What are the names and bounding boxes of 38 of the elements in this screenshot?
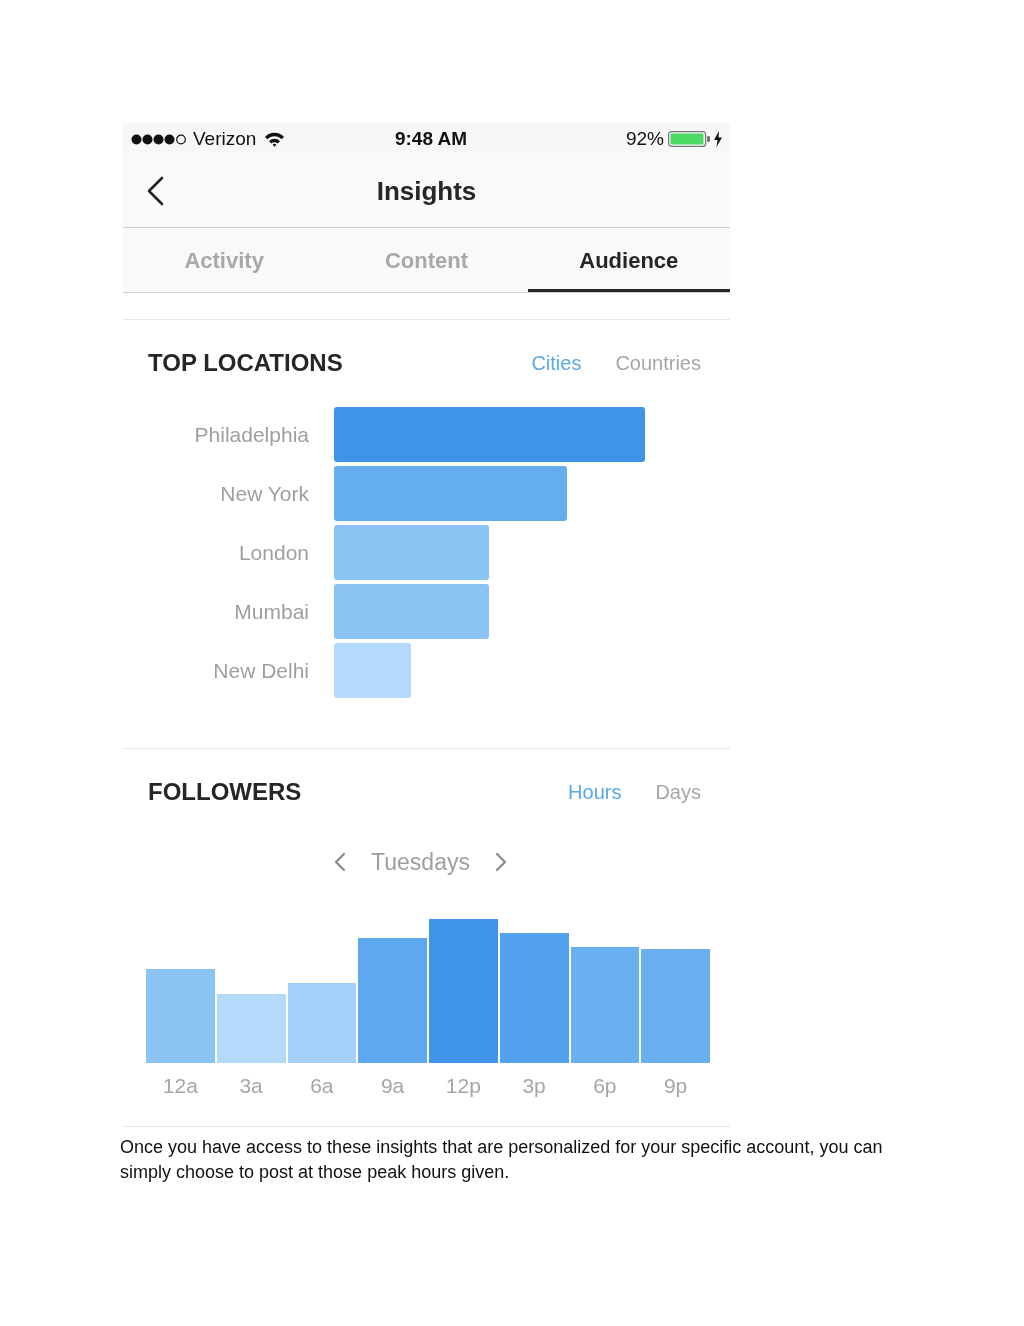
back-chevron-icon bbox=[146, 176, 164, 206]
filter-tab[interactable]: Cities bbox=[531, 351, 582, 375]
tab[interactable]: Audience bbox=[527, 228, 730, 292]
carrier-name: Verizon bbox=[193, 128, 257, 150]
filter-tab[interactable]: Countries bbox=[615, 351, 701, 375]
tab[interactable]: Activity bbox=[123, 228, 326, 292]
section-title: FOLLOWERS bbox=[148, 778, 302, 806]
filter-tab[interactable]: Hours bbox=[568, 780, 622, 804]
hour-label: 12a bbox=[162, 1074, 198, 1098]
next-day-button[interactable] bbox=[493, 851, 508, 873]
previous-day-button[interactable] bbox=[333, 851, 348, 873]
city-label: London bbox=[237, 539, 309, 566]
battery-icon bbox=[668, 131, 711, 147]
clock-time: 9:48 AM bbox=[393, 128, 469, 150]
day-label: Tuesdays bbox=[371, 848, 470, 876]
city-label: New Delhi bbox=[212, 657, 309, 684]
tab[interactable]: Content bbox=[325, 228, 528, 292]
hour-label: 12p bbox=[445, 1074, 481, 1098]
wifi-icon bbox=[264, 131, 286, 147]
hour-label: 9a bbox=[380, 1074, 405, 1098]
charging-bolt-icon bbox=[714, 131, 722, 147]
signal-strength-icon bbox=[131, 133, 187, 145]
hour-label: 9p bbox=[663, 1074, 688, 1098]
city-label: Philadelphia bbox=[193, 421, 309, 448]
right-chevron-icon bbox=[494, 852, 507, 872]
caption-paragraph: Once you have access to these insights that are personalized for your specific account, you can simply choose to post at those peak hours given. bbox=[120, 1136, 884, 1184]
section-title: TOP LOCATIONS bbox=[148, 349, 343, 377]
hour-bar bbox=[216, 994, 286, 1063]
hour-label: 6a bbox=[310, 1074, 334, 1098]
hour-label: 6p bbox=[593, 1074, 617, 1098]
screen-title: Insights bbox=[375, 176, 478, 206]
city-label: Mumbai bbox=[233, 598, 309, 625]
filter-tab[interactable]: Days bbox=[655, 780, 701, 804]
hour-label: 3a bbox=[239, 1074, 263, 1098]
battery-percentage: 92% bbox=[625, 128, 664, 150]
left-chevron-icon bbox=[334, 852, 347, 872]
city-label: New York bbox=[219, 480, 309, 507]
hour-label: 3p bbox=[522, 1074, 546, 1098]
